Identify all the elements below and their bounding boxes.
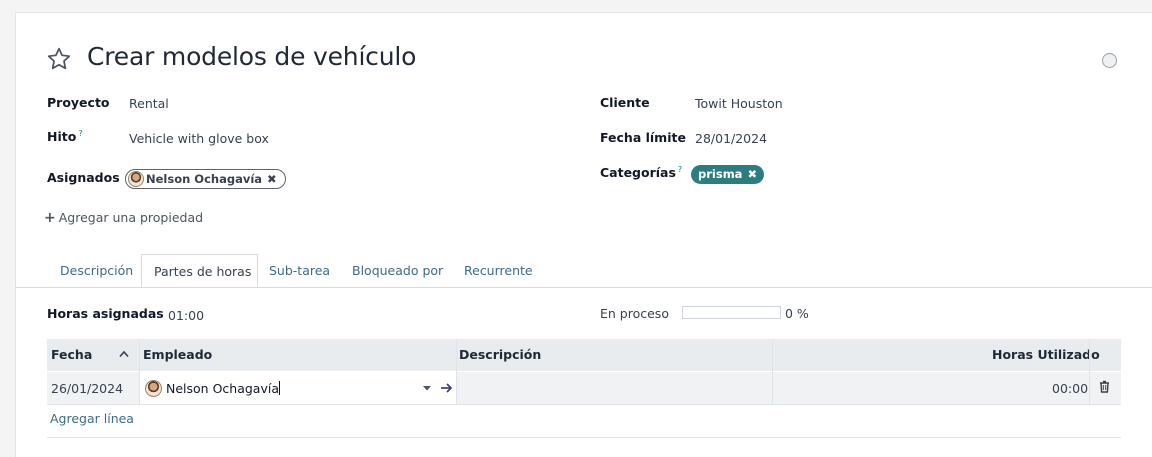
row-date[interactable]: 26/01/2024 [51,372,123,405]
tab-partes-de-horas[interactable]: Partes de horas [141,254,258,287]
allocated-hours-label: Horas asignadas [47,306,164,321]
avatar [128,171,144,187]
column-header-descripcion[interactable]: Descripción [459,339,541,371]
status-circle-icon[interactable] [1102,53,1117,68]
help-icon[interactable]: ? [678,165,682,174]
progress-bar [682,306,781,319]
milestone-value[interactable]: Vehicle with glove box [129,131,269,146]
tab-recurrente[interactable]: Recurrente [464,254,533,287]
employee-input-value: Nelson Ochagavía [166,381,279,396]
deadline-label: Fecha límite [600,130,686,145]
tags-label-text: Categorías [600,165,676,181]
column-header-horas[interactable]: Horas Utilizado [992,339,1100,371]
assignee-tag-label: Nelson Ochagavía [146,172,263,186]
plus-icon: + [44,210,56,226]
tab-sub-tarea[interactable]: Sub-tarea [269,254,330,287]
category-tag-label: prisma [698,167,743,181]
add-property-button[interactable]: + Agregar una propiedad [44,210,203,226]
tags-label: Categorías? [600,165,682,180]
column-divider [1089,339,1090,405]
column-header-empleado[interactable]: Empleado [143,339,212,371]
progress-percent: 0 % [785,306,809,321]
tab-descripcion[interactable]: Descripción [60,254,133,287]
sort-up-icon[interactable] [118,349,130,359]
column-divider [456,339,457,405]
internal-link-arrow-icon[interactable] [440,382,453,394]
milestone-label: Hito? [47,129,83,144]
add-line-link[interactable]: Agregar línea [50,411,134,426]
customer-value[interactable]: Towit Houston [695,96,783,111]
row-hours[interactable]: 00:00 [1052,372,1088,405]
add-property-label: Agregar una propiedad [58,210,204,225]
deadline-value[interactable]: 28/01/2024 [695,131,767,146]
column-divider [772,339,773,405]
milestone-label-text: Hito [47,129,77,145]
text-cursor [279,381,280,395]
help-icon[interactable]: ? [78,129,82,138]
customer-label: Cliente [600,95,650,110]
task-title[interactable]: Crear modelos de vehículo [87,42,416,71]
remove-tag-icon[interactable]: ✖ [267,172,277,186]
assignee-tag[interactable]: Nelson Ochagavía ✖ [125,169,286,189]
allocated-hours-value[interactable]: 01:00 [168,308,204,323]
project-label: Proyecto [47,95,110,110]
tab-bloqueado-por[interactable]: Bloqueado por [352,254,443,287]
project-value[interactable]: Rental [129,96,169,111]
table-bottom-divider [47,437,1121,438]
avatar [145,380,162,397]
column-header-fecha[interactable]: Fecha [51,339,92,371]
assignees-label: Asignados [47,170,120,185]
category-tag[interactable]: prisma ✖ [691,165,765,184]
trash-icon[interactable] [1099,380,1110,393]
dropdown-caret-icon[interactable] [422,384,432,392]
star-icon[interactable] [46,46,72,72]
progress-label: En proceso [600,306,669,321]
column-divider [139,339,140,405]
employee-input[interactable]: Nelson Ochagavía [166,372,280,405]
remove-tag-icon[interactable]: ✖ [747,167,757,181]
